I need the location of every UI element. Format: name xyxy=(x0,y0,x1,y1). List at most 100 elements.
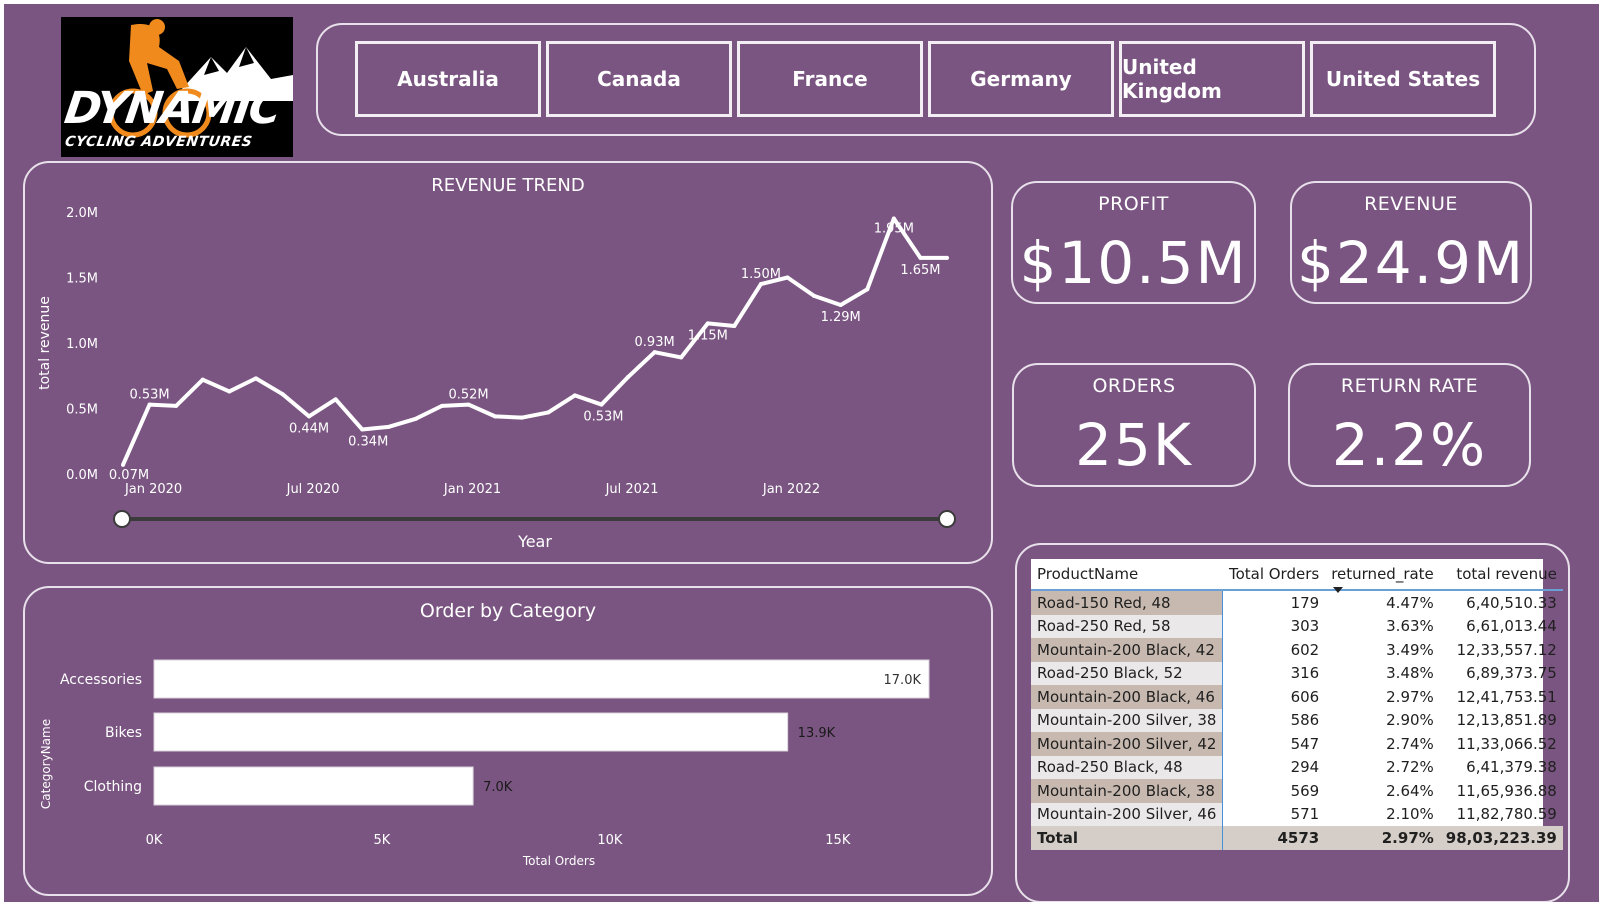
slider-end-handle[interactable] xyxy=(938,510,956,528)
order-by-category-card: Order by Category CategoryName Accessorie… xyxy=(23,586,993,896)
table-row[interactable]: Mountain-200 Silver, 38 586 2.90% 12,13,851… xyxy=(1031,708,1563,732)
country-button-united-kingdom[interactable]: United Kingdom xyxy=(1119,41,1305,117)
sort-descending-icon: returned_rate xyxy=(1331,565,1434,593)
revenue-data-point[interactable] xyxy=(546,410,551,415)
country-button-canada[interactable]: Canada xyxy=(546,41,732,117)
revenue-data-point[interactable] xyxy=(174,403,179,408)
revenue-data-point[interactable] xyxy=(493,414,498,419)
country-button-germany[interactable]: Germany xyxy=(928,41,1114,117)
table-row[interactable]: Mountain-200 Black, 46 606 2.97% 12,41,753.… xyxy=(1031,685,1563,709)
table-row[interactable]: Mountain-200 Silver, 46 571 2.10% 11,82,780… xyxy=(1031,802,1563,826)
table-total-row: Total 4573 2.97% 98,03,223.39 xyxy=(1031,826,1563,850)
total-revenue-cell: 6,40,510.33 xyxy=(1466,593,1557,612)
revenue-data-point[interactable] xyxy=(333,397,338,402)
revenue-data-point[interactable] xyxy=(121,462,125,467)
revenue-data-point[interactable] xyxy=(945,255,949,260)
revenue-data-point[interactable] xyxy=(785,275,790,280)
category-label: Bikes xyxy=(105,725,142,741)
category-bar[interactable] xyxy=(153,712,789,752)
orders-kpi-card: ORDERS 25K xyxy=(1012,363,1256,487)
returned-rate-cell: 2.72% xyxy=(1386,758,1434,777)
product-name-cell: Road-150 Red, 48 xyxy=(1031,590,1224,615)
total-orders-sum-cell: 4573 xyxy=(1222,826,1326,850)
revenue-data-point[interactable] xyxy=(812,293,817,298)
revenue-data-point[interactable] xyxy=(253,376,258,381)
revenue-data-point[interactable] xyxy=(386,424,391,429)
table-row[interactable]: Road-150 Red, 48 179 4.47% 6,40,510.33 xyxy=(1031,590,1563,615)
revenue-data-point[interactable] xyxy=(705,321,710,326)
country-button-france[interactable]: France xyxy=(737,41,923,117)
revenue-data-point[interactable] xyxy=(360,427,365,432)
return-rate-kpi-value: 2.2% xyxy=(1331,411,1488,479)
revenue-data-point[interactable] xyxy=(679,355,684,360)
return-rate-kpi-card: RETURN RATE 2.2% xyxy=(1288,363,1531,487)
total-orders-cell: 571 xyxy=(1290,805,1320,824)
column-header-product-name[interactable]: ProductName xyxy=(1031,559,1223,591)
table-row[interactable]: Road-250 Red, 58 303 3.63% 6,61,013.44 xyxy=(1031,614,1563,638)
column-header-total-revenue[interactable]: total revenue xyxy=(1439,559,1563,591)
revenue-data-point[interactable] xyxy=(519,415,524,420)
product-name-cell: Road-250 Red, 58 xyxy=(1031,614,1224,638)
revenue-data-label: 0.44M xyxy=(289,421,329,436)
revenue-data-point[interactable] xyxy=(413,416,418,421)
total-orders-cell: 569 xyxy=(1290,781,1320,800)
product-name-cell: Mountain-200 Silver, 42 xyxy=(1031,732,1224,756)
total-orders-cell: 547 xyxy=(1290,734,1320,753)
column-header-total-orders[interactable]: Total Orders xyxy=(1222,559,1326,591)
profit-kpi-card: PROFIT $10.5M xyxy=(1011,181,1256,304)
revenue-data-label: 1.65M xyxy=(900,263,940,278)
x-tick-label: Jan 2021 xyxy=(443,482,501,497)
revenue-data-point[interactable] xyxy=(147,402,152,407)
orders-kpi-title: ORDERS xyxy=(1092,375,1176,397)
revenue-data-point[interactable] xyxy=(200,377,205,382)
revenue-data-point[interactable] xyxy=(439,403,444,408)
total-label-cell: Total xyxy=(1031,826,1224,850)
revenue-data-point[interactable] xyxy=(865,287,870,292)
return-rate-kpi-title: RETURN RATE xyxy=(1340,375,1479,397)
product-name-cell: Mountain-200 Black, 42 xyxy=(1031,638,1224,662)
revenue-data-point[interactable] xyxy=(838,303,843,308)
revenue-data-point[interactable] xyxy=(599,402,604,407)
product-table: ProductName Total Orders returned_rate t… xyxy=(1031,559,1563,850)
revenue-data-point[interactable] xyxy=(918,255,923,260)
total-orders-cell: 602 xyxy=(1290,640,1320,659)
revenue-data-point[interactable] xyxy=(307,414,312,419)
slider-start-handle[interactable] xyxy=(113,510,131,528)
y-tick-label: 0.0M xyxy=(66,468,98,483)
column-header-returned-rate-label: returned_rate xyxy=(1331,565,1434,583)
table-row[interactable]: Road-250 Black, 48 294 2.72% 6,41,379.38 xyxy=(1031,755,1563,779)
bar-value-label: 17.0K xyxy=(884,673,922,688)
country-button-australia[interactable]: Australia xyxy=(355,41,541,117)
column-header-returned-rate[interactable]: returned_rate xyxy=(1325,559,1440,593)
revenue-data-label: 1.29M xyxy=(821,310,861,325)
revenue-data-label: 1.15M xyxy=(688,328,728,343)
returned-rate-cell: 2.64% xyxy=(1386,781,1434,800)
revenue-data-point[interactable] xyxy=(891,216,896,221)
category-bar[interactable] xyxy=(153,766,474,806)
table-row[interactable]: Mountain-200 Black, 42 602 3.49% 12,33,557.… xyxy=(1031,638,1563,662)
table-row[interactable]: Mountain-200 Black, 38 569 2.64% 11,65,936.… xyxy=(1031,779,1563,803)
x-tick-label: 5K xyxy=(374,833,391,848)
revenue-data-point[interactable] xyxy=(466,402,471,407)
revenue-data-point[interactable] xyxy=(732,323,737,328)
revenue-data-point[interactable] xyxy=(626,375,631,380)
revenue-data-label: 0.53M xyxy=(129,388,169,403)
table-row[interactable]: Road-250 Black, 52 316 3.48% 6,89,373.75 xyxy=(1031,661,1563,685)
y-tick-label: 2.0M xyxy=(66,206,98,221)
total-revenue-cell: 6,41,379.38 xyxy=(1466,758,1557,777)
revenue-trend-chart: total revenue 0.0M 0.5M 1.0M 1.5M 2.0M Jan 202… xyxy=(37,206,956,551)
revenue-data-label: 0.34M xyxy=(348,434,388,449)
x-tick-label: Jul 2020 xyxy=(286,482,340,497)
revenue-data-point[interactable] xyxy=(572,393,577,398)
revenue-data-point[interactable] xyxy=(280,392,285,397)
y-axis-title: CategoryName xyxy=(39,719,53,809)
revenue-data-point[interactable] xyxy=(758,282,763,287)
product-name-cell: Mountain-200 Silver, 46 xyxy=(1031,802,1224,826)
country-button-united-states[interactable]: United States xyxy=(1310,41,1496,117)
revenue-data-point[interactable] xyxy=(652,350,657,355)
category-bar[interactable] xyxy=(153,659,930,699)
table-row[interactable]: Mountain-200 Silver, 42 547 2.74% 11,33,066… xyxy=(1031,732,1563,756)
revenue-data-label: 0.93M xyxy=(635,335,675,350)
revenue-data-point[interactable] xyxy=(227,389,232,394)
returned-rate-cell: 3.63% xyxy=(1386,617,1434,636)
